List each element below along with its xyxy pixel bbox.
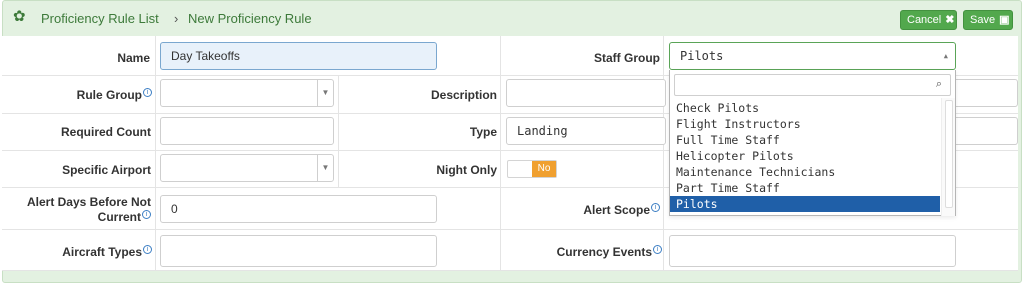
- column-divider: [338, 75, 339, 150]
- help-icon[interactable]: i: [143, 245, 152, 254]
- type-select[interactable]: Landing: [506, 117, 666, 145]
- night-only-label: Night Only: [436, 163, 497, 177]
- rule-group-label: Rule Group i: [40, 88, 152, 102]
- night-only-toggle-state: No: [532, 161, 556, 177]
- type-field-right[interactable]: [950, 117, 1018, 145]
- currency-events-field[interactable]: [669, 235, 956, 267]
- dropdown-options-list: Check Pilots Flight Instructors Full Tim…: [670, 100, 940, 212]
- currency-events-label: Currency Events i: [520, 245, 662, 259]
- alert-scope-label-text: Alert Scope: [583, 203, 650, 217]
- column-divider: [338, 150, 339, 187]
- staff-group-selected-value: Pilots: [680, 49, 724, 63]
- floppy-disk-icon: ▣: [999, 14, 1010, 26]
- help-icon[interactable]: i: [143, 88, 152, 97]
- save-button[interactable]: Save ▣: [963, 10, 1013, 30]
- alert-days-label-line2: Current: [97, 210, 141, 224]
- dropdown-option[interactable]: Part Time Staff: [670, 180, 940, 196]
- staff-group-label: Staff Group: [594, 51, 660, 65]
- help-icon[interactable]: i: [651, 203, 660, 212]
- name-label: Name: [117, 51, 150, 65]
- rule-group-select[interactable]: ▼: [160, 79, 334, 107]
- dropdown-option[interactable]: Maintenance Technicians: [670, 164, 940, 180]
- aircraft-types-label: Aircraft Types i: [40, 245, 152, 259]
- dropdown-option[interactable]: Helicopter Pilots: [670, 148, 940, 164]
- column-divider: [663, 36, 664, 270]
- dropdown-option[interactable]: Full Time Staff: [670, 132, 940, 148]
- staff-group-select[interactable]: Pilots ▲: [669, 42, 956, 70]
- required-count-field[interactable]: [160, 117, 334, 145]
- alert-scope-label: Alert Scope i: [540, 203, 660, 217]
- breadcrumb-separator: ›: [174, 11, 179, 26]
- column-divider: [155, 36, 156, 270]
- search-icon: ⌕: [935, 78, 942, 90]
- aircraft-types-label-text: Aircraft Types: [62, 245, 142, 259]
- rule-group-label-text: Rule Group: [76, 88, 142, 102]
- description-field[interactable]: [506, 79, 666, 107]
- save-button-label: Save: [970, 14, 996, 26]
- close-icon: ✖: [945, 14, 955, 26]
- alert-days-label-line1: Alert Days Before Not: [26, 195, 151, 209]
- help-icon[interactable]: i: [142, 210, 151, 219]
- alert-days-field[interactable]: 0: [160, 195, 437, 223]
- type-label: Type: [469, 125, 497, 139]
- specific-airport-select[interactable]: ▼: [160, 154, 334, 182]
- specific-airport-label: Specific Airport: [62, 163, 151, 177]
- name-field[interactable]: Day Takeoffs: [160, 42, 437, 70]
- dropdown-search-input[interactable]: ⌕: [674, 74, 951, 96]
- currency-events-label-text: Currency Events: [556, 245, 652, 259]
- dropdown-option[interactable]: Check Pilots: [670, 100, 940, 116]
- required-count-label: Required Count: [61, 125, 151, 139]
- dropdown-option-selected[interactable]: Pilots: [670, 196, 940, 212]
- chevron-down-icon: ▼: [317, 155, 333, 181]
- cancel-button[interactable]: Cancel ✖: [900, 10, 957, 30]
- dropdown-option[interactable]: Flight Instructors: [670, 116, 940, 132]
- column-divider: [500, 36, 501, 270]
- description-field-right[interactable]: [950, 79, 1018, 107]
- description-label: Description: [430, 88, 497, 102]
- dropdown-scrollbar[interactable]: [941, 98, 955, 216]
- aircraft-types-field[interactable]: [160, 235, 437, 267]
- staff-group-dropdown: ⌕ Check Pilots Flight Instructors Full T…: [669, 70, 956, 216]
- night-only-toggle[interactable]: No: [507, 160, 557, 178]
- chevron-down-icon: ▼: [317, 80, 333, 106]
- panel-header: ✿ Proficiency Rule List › New Proficienc…: [3, 1, 1021, 37]
- help-icon[interactable]: i: [653, 245, 662, 254]
- cancel-button-label: Cancel: [907, 14, 942, 26]
- scrollbar-thumb[interactable]: [945, 100, 953, 208]
- alert-days-label: Alert Days Before Not Current i: [8, 195, 151, 225]
- breadcrumb-parent-link[interactable]: Proficiency Rule List: [41, 11, 159, 26]
- gear-icon: ✿: [13, 8, 26, 25]
- row-divider: [2, 270, 1018, 271]
- chevron-up-icon: ▲: [943, 52, 948, 60]
- breadcrumb-current: New Proficiency Rule: [188, 11, 312, 26]
